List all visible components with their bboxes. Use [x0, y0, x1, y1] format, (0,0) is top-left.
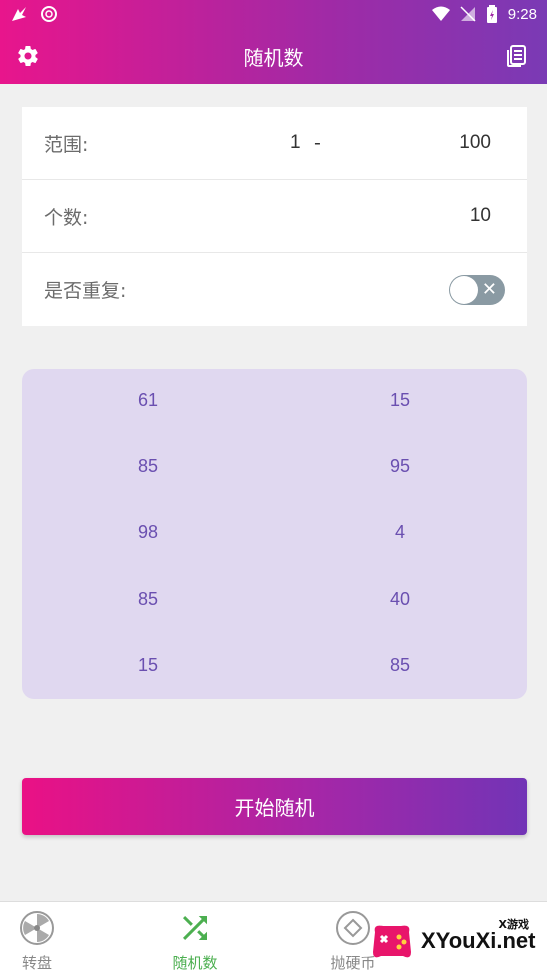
- repeat-row: 是否重复: ✕: [22, 253, 527, 326]
- app-bar: 随机数: [0, 28, 547, 84]
- results-panel: 61 85 98 85 15 15 95 4 40 85: [22, 369, 527, 699]
- nav-item-wheel[interactable]: 转盘: [0, 910, 82, 973]
- watermark-small-text: X游戏: [498, 918, 529, 931]
- range-dash: -: [314, 132, 321, 154]
- history-button[interactable]: [503, 42, 531, 70]
- settings-button[interactable]: [14, 42, 42, 70]
- status-right-icons: 9:28: [431, 5, 537, 23]
- result-value: 85: [389, 655, 411, 675]
- count-row: 个数: 10: [22, 180, 527, 253]
- result-value: 85: [137, 589, 159, 609]
- close-icon: ✕: [481, 279, 497, 300]
- wifi-icon: [431, 6, 450, 21]
- result-value: 15: [137, 655, 159, 675]
- battery-icon: [486, 5, 497, 23]
- nav-label-random: 随机数: [172, 954, 218, 972]
- result-value: 4: [394, 522, 405, 542]
- count-label: 个数:: [44, 206, 89, 229]
- settings-card: 范围: 1 - 100 个数: 10 是否重复: ✕: [22, 107, 527, 326]
- history-list-icon: [507, 45, 526, 67]
- range-min-input[interactable]: 1: [290, 132, 301, 154]
- range-max-input[interactable]: 100: [459, 132, 491, 154]
- status-left-icons: [10, 5, 58, 23]
- result-value: 85: [137, 456, 159, 476]
- count-input[interactable]: 10: [470, 205, 491, 227]
- start-random-button[interactable]: 开始随机: [22, 778, 527, 835]
- repeat-label: 是否重复:: [44, 280, 127, 302]
- status-bar: 9:28: [0, 0, 547, 28]
- result-value: 98: [137, 522, 159, 542]
- gear-icon: [18, 46, 38, 67]
- result-value: 61: [137, 390, 159, 410]
- coin-icon: [336, 911, 370, 945]
- result-value: 15: [389, 390, 411, 410]
- nav-label-wheel: 转盘: [21, 954, 52, 972]
- repeat-toggle[interactable]: ✕: [449, 275, 505, 305]
- wheel-icon: [20, 911, 54, 945]
- watermark: XYouXi.net X游戏: [369, 912, 539, 970]
- sync-circle-icon: [41, 6, 57, 22]
- page-title: 随机数: [243, 45, 304, 70]
- signal-off-icon: [460, 6, 476, 22]
- range-label: 范围:: [44, 133, 89, 156]
- nav-item-random[interactable]: 随机数: [150, 910, 240, 973]
- range-row: 范围: 1 - 100: [22, 107, 527, 180]
- toggle-knob: [450, 276, 478, 304]
- shuffle-icon: [183, 916, 207, 940]
- result-value: 40: [389, 589, 411, 609]
- gamepad-logo-icon: [373, 925, 411, 958]
- result-value: 95: [389, 456, 411, 476]
- status-time: 9:28: [507, 5, 537, 23]
- notification-bird-icon: [12, 7, 26, 21]
